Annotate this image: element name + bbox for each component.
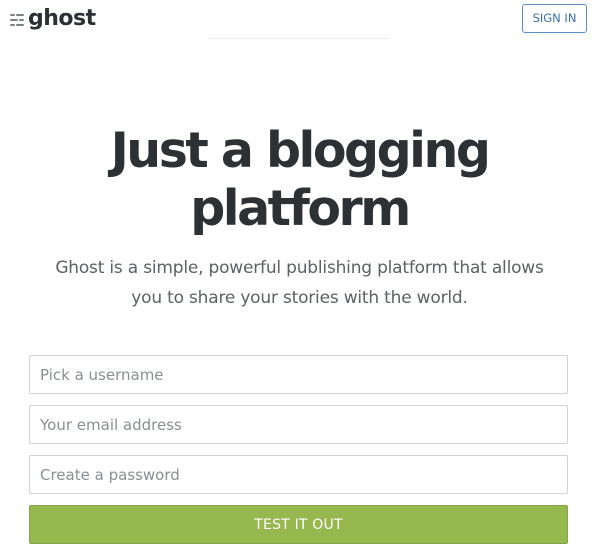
- sign-in-button[interactable]: SIGN IN: [522, 4, 587, 33]
- hero-title: Just a blogging platform: [0, 122, 599, 238]
- hero-title-line-2: platform: [190, 180, 411, 237]
- hero-title-line-1: Just a blogging: [110, 122, 491, 179]
- header-divider: [208, 38, 390, 39]
- hero-subtitle-line-1: Ghost is a simple, powerful publishing p…: [55, 258, 544, 278]
- signup-form: TEST IT OUT: [29, 355, 568, 544]
- ghost-logo[interactable]: ghost: [10, 5, 96, 33]
- logo-wordmark: ghost: [28, 6, 96, 31]
- hero-subtitle-line-2: you to share your stories with the world…: [131, 288, 468, 308]
- username-input[interactable]: [29, 355, 568, 394]
- landing-page: ghost SIGN IN Just a blogging platform G…: [0, 0, 599, 555]
- password-input[interactable]: [29, 455, 568, 494]
- test-it-out-button[interactable]: TEST IT OUT: [29, 505, 568, 544]
- hero-subtitle: Ghost is a simple, powerful publishing p…: [0, 253, 599, 313]
- ghost-logo-icon: [10, 14, 24, 26]
- email-input[interactable]: [29, 405, 568, 444]
